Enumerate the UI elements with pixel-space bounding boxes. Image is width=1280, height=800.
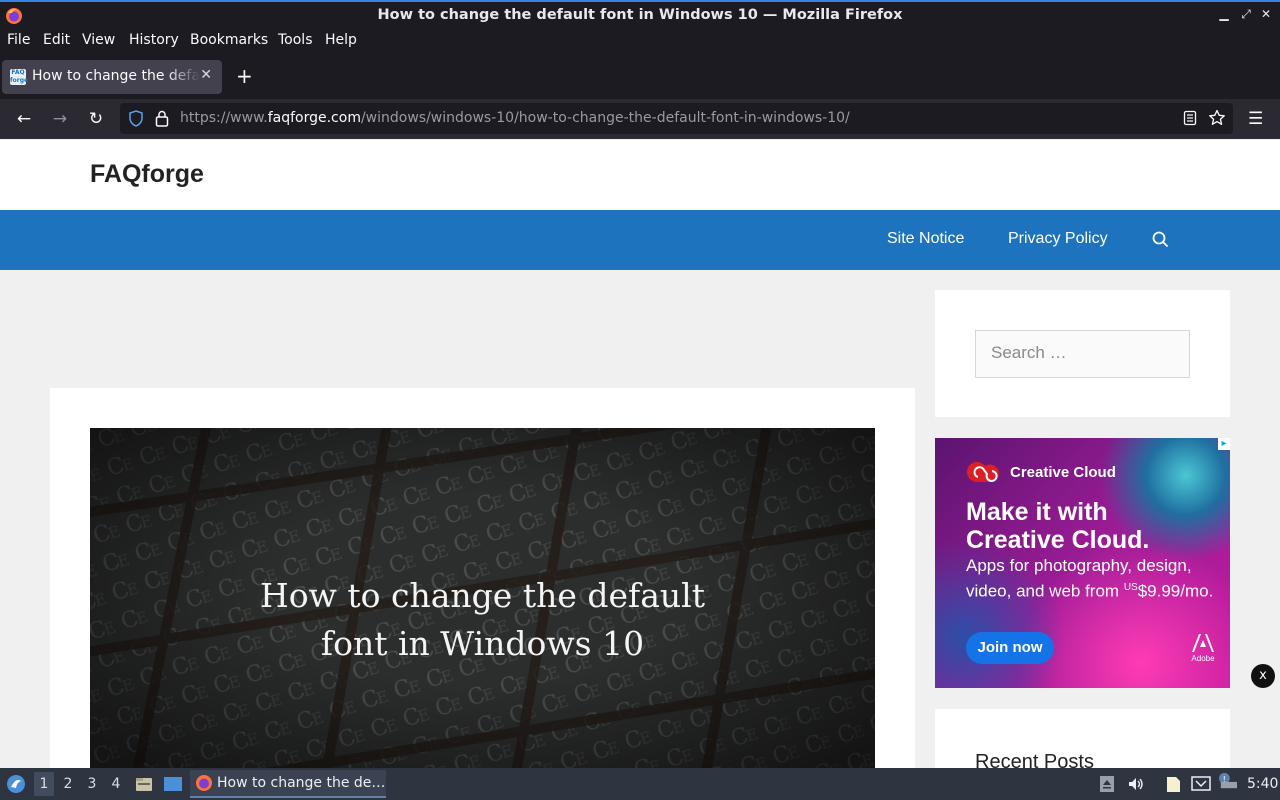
article-title-line-1: How to change the default [260,576,705,615]
tab-active[interactable]: FAQforge How to change the default font … [2,60,222,94]
menu-bookmarks[interactable]: Bookmarks [190,32,268,48]
site-title[interactable]: FAQforge [90,160,204,189]
menu-help[interactable]: Help [325,32,357,48]
navigation-bar: ← → ↻ https://www.faqforge.com/windows/w… [0,99,1280,139]
window-titlebar: How to change the default font in Window… [0,0,1280,30]
menu-tools[interactable]: Tools [278,32,313,48]
taskbar: 1 2 3 4 How to change the de… ! 5:40 [0,768,1280,800]
tab-strip: FAQforge How to change the default font … [0,54,1280,99]
back-arrow-icon[interactable]: ← [14,109,34,129]
eject-icon[interactable] [1099,775,1115,793]
adobe-label: Adobe [1191,654,1215,663]
creative-cloud-logo-icon [967,462,999,482]
sidebar-search-widget: Search … [935,290,1230,417]
menu-edit[interactable]: Edit [43,32,70,48]
network-icon[interactable] [1191,775,1211,793]
tab-title: How to change the default font in Window… [32,68,200,84]
ad-close-button[interactable]: x [1251,664,1275,688]
menu-view[interactable]: View [82,32,115,48]
recent-posts-heading: Recent Posts [975,751,1094,768]
forward-arrow-icon[interactable]: → [50,109,70,129]
ad-headline-line-1: Make it with [966,498,1108,526]
tracking-shield-icon[interactable] [128,110,144,127]
article-card: C E [50,388,915,768]
url-prefix: https://www. [180,110,268,126]
file-manager-icon[interactable] [135,775,153,793]
workspace-1[interactable]: 1 [34,772,54,796]
workspace-4[interactable]: 4 [106,776,126,792]
maximize-icon[interactable]: ⤢ [1238,7,1254,22]
ad-subtext: Apps for photography, design, video, and… [966,555,1226,603]
bookmark-star-icon[interactable] [1208,109,1226,127]
notification-icon[interactable]: ! [1216,772,1240,790]
adobe-logo-icon [1192,634,1214,652]
task-title: How to change the de… [217,775,386,791]
url-path: /windows/windows-10/how-to-change-the-de… [360,110,850,126]
search-icon[interactable] [1152,231,1169,248]
window-title: How to change the default font in Window… [377,7,903,23]
nav-site-notice[interactable]: Site Notice [887,230,964,248]
start-menu-icon[interactable] [6,774,26,794]
close-icon[interactable]: ✕ [1258,7,1274,21]
nav-privacy-policy[interactable]: Privacy Policy [1008,230,1108,248]
ad-subtext-prefix: video, and web from [966,581,1124,601]
page-content: FAQforge Site Notice Privacy Policy C E [0,140,1280,768]
url-domain: faqforge.com [267,110,361,126]
clock[interactable]: 5:40 [1247,776,1278,792]
new-tab-icon[interactable]: + [236,66,253,86]
recent-posts-widget: Recent Posts [935,709,1230,768]
adchoices-icon[interactable]: ▸ [1218,438,1230,450]
ad-price-currency: US [1123,582,1138,593]
app-menu-icon[interactable]: ☰ [1248,109,1263,129]
site-navigation: Site Notice Privacy Policy [0,210,1280,270]
menu-file[interactable]: File [7,32,30,48]
menu-history[interactable]: History [129,32,179,48]
url-text[interactable]: https://www.faqforge.com/windows/windows… [180,110,850,126]
lock-icon[interactable] [155,110,169,127]
ad-headline-line-2: Creative Cloud. [966,526,1150,554]
adobe-logo: Adobe [1191,634,1215,663]
tab-close-icon[interactable]: ✕ [200,67,212,83]
desktop-icon[interactable] [163,775,183,793]
workspace-2[interactable]: 2 [58,776,78,792]
reload-icon[interactable]: ↻ [86,109,106,129]
ad-price: $9.99/mo. [1137,581,1214,601]
firefox-task-icon [196,775,212,791]
site-header: FAQforge [0,140,1280,210]
creative-cloud-ad[interactable]: ▸ Creative Cloud Make it with Creative C… [935,438,1230,688]
menu-bar: File Edit View History Bookmarks Tools H… [0,30,1280,54]
ad-join-now-button[interactable]: Join now [966,632,1054,664]
article-title: How to change the default font in Window… [90,572,875,668]
ad-subtext-line-2: video, and web from US$9.99/mo. [966,577,1226,603]
ad-headline: Make it with Creative Cloud. [966,498,1221,554]
faqforge-favicon-icon: FAQ forge [10,69,29,85]
url-bar[interactable]: https://www.faqforge.com/windows/windows… [120,103,1233,134]
article-title-line-2: font in Windows 10 [320,624,645,663]
volume-icon[interactable] [1127,775,1145,793]
ad-subtext-line-1: Apps for photography, design, [966,556,1192,575]
workspace-3[interactable]: 3 [82,776,102,792]
clipboard-icon[interactable] [1164,775,1182,793]
minimize-icon[interactable]: ▁ [1216,7,1232,21]
taskbar-firefox-task[interactable]: How to change the de… [190,770,386,798]
featured-image: C E [90,428,875,768]
reader-view-icon[interactable] [1183,110,1197,126]
sidebar-search-input[interactable]: Search … [975,330,1190,378]
ad-brand: Creative Cloud [1010,464,1116,481]
